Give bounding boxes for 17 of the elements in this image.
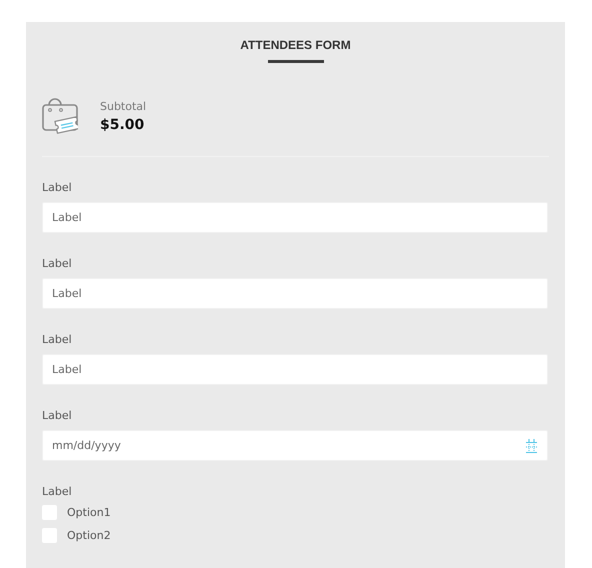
form-title: ATTENDEES FORM [240,38,351,52]
field-label: Label [42,485,73,498]
text-field[interactable]: Label [42,354,548,385]
date-field[interactable]: mm/dd/yyyy [42,430,548,461]
text-field[interactable]: Label [42,202,548,233]
field-label: Label [42,181,73,194]
field-label: Label [42,257,73,270]
subtotal-label: Subtotal [100,100,146,112]
field-label: Label [42,409,73,422]
title-underline [268,60,324,63]
subtotal-amount: $5.00 [100,116,146,132]
option-label: Option1 [67,506,111,519]
shopping-bag-ticket-icon [42,97,78,135]
field-label: Label [42,333,73,346]
option-label: Option2 [67,529,111,542]
text-field[interactable]: Label [42,278,548,309]
calendar-icon[interactable] [526,438,537,452]
